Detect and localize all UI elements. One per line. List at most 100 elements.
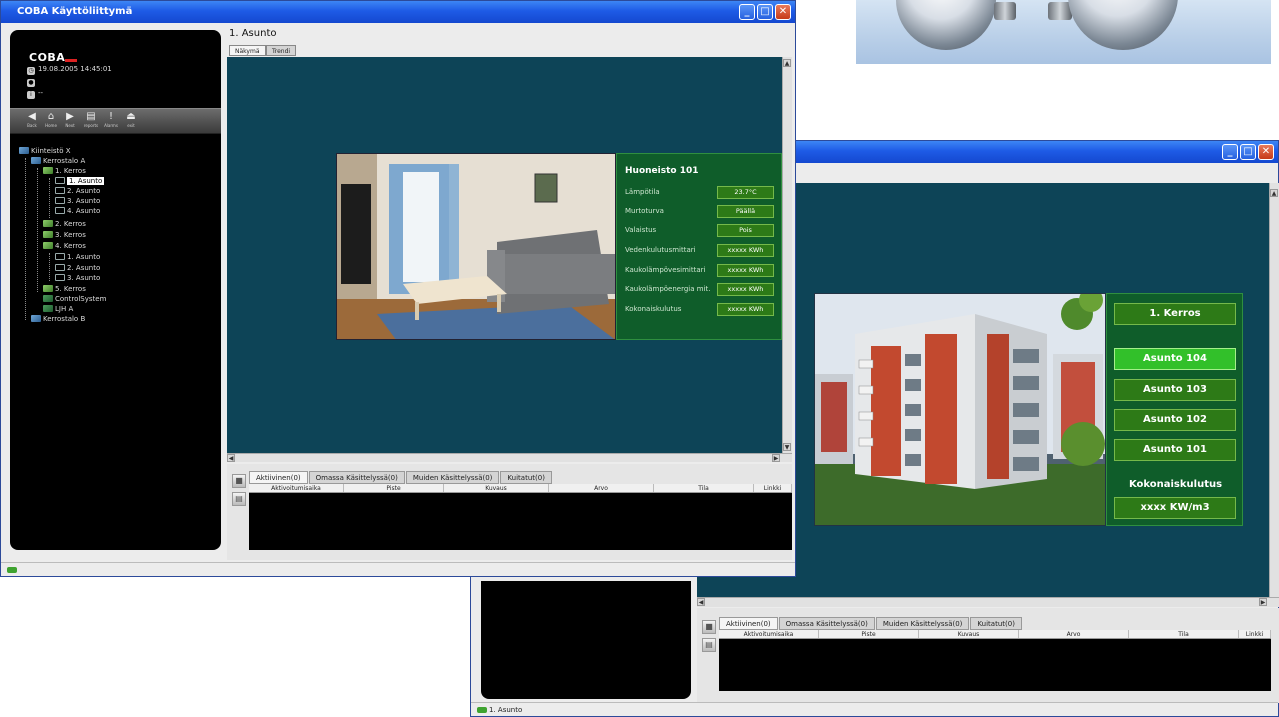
tree-node-floor-4[interactable]: 4. Kerros [43,242,86,251]
scroll-right-icon[interactable]: ▶ [1259,598,1267,606]
apartment-button-101[interactable]: Asunto 101 [1114,439,1236,461]
col-activation-time[interactable]: Aktivoitumisaika [719,630,819,638]
reports-button[interactable]: ▤ reports [83,111,99,133]
tree-node-apartment-3[interactable]: 3. Asunto [55,197,100,206]
tab-own-handling[interactable]: Omassa Käsittelyssä(0) [308,471,405,484]
tree-node-controlsystem[interactable]: ControlSystem [43,295,106,304]
gauge-left [896,0,996,50]
connection-icon [7,567,17,573]
room-title: Huoneisto 101 [625,166,699,176]
alarms-icon: ! [108,111,113,122]
burglar-alarm-label: Murtoturva [625,207,664,215]
col-value[interactable]: Arvo [1019,630,1129,638]
tree-node-floor-2[interactable]: 2. Kerros [43,220,86,229]
col-link[interactable]: Linkki [1239,630,1271,638]
tab-trend[interactable]: Trendi [266,45,297,56]
scroll-up-icon[interactable]: ▲ [783,59,791,67]
tab-others-handling[interactable]: Muiden Käsittelyssä(0) [405,471,500,484]
vertical-scrollbar[interactable]: ▲ [1269,183,1279,601]
minimize-button[interactable]: _ [1222,144,1238,160]
tree-node-f4-apartment-2[interactable]: 2. Asunto [55,264,100,273]
building-render-icon [815,294,1105,525]
next-button[interactable]: ▶ Next [62,111,78,133]
temperature-value: 23.7°C [717,186,774,199]
tree-node-apartment-1[interactable]: 1. Asunto [55,177,105,186]
minimize-button[interactable]: _ [739,4,755,20]
burglar-alarm-value[interactable]: Päällä [717,205,774,218]
col-state[interactable]: Tila [654,484,754,492]
col-point[interactable]: Piste [344,484,444,492]
tree-node-f4-apartment-3[interactable]: 3. Asunto [55,274,100,283]
close-button[interactable]: ✕ [775,4,791,20]
meter-photo [856,0,1271,64]
scroll-left-icon[interactable]: ◀ [227,454,235,462]
apartment-button-104[interactable]: Asunto 104 [1114,348,1236,370]
tree-node-ljh-a[interactable]: LJH A [43,305,73,314]
back-icon: ◀ [28,111,36,122]
alarms-button[interactable]: ! Alarms [103,111,119,133]
scroll-up-icon[interactable]: ▲ [1270,189,1278,197]
alarm-table-header: Aktivoitumisaika Piste Kuvaus Arvo Tila … [249,484,792,493]
print-icon[interactable]: ▤ [702,638,716,652]
tab-view[interactable]: Näkymä [229,45,266,56]
total-consumption-value: xxxx KW/m3 [1114,497,1236,519]
lighting-value[interactable]: Pois [717,224,774,237]
tab-acknowledged[interactable]: Kuitatut(0) [500,471,552,484]
col-point[interactable]: Piste [819,630,919,638]
tree-node-floor-5[interactable]: 5. Kerros [43,285,86,294]
floor-icon [43,285,53,292]
tree-line [49,178,50,218]
col-description[interactable]: Kuvaus [444,484,549,492]
total-consumption-label: Kokonaiskulutus [1128,479,1223,490]
tree-node-apartment-2[interactable]: 2. Asunto [55,187,100,196]
tab-active-alarms[interactable]: Aktiivinen(0) [249,471,308,484]
alarm-list [719,639,1271,691]
col-state[interactable]: Tila [1129,630,1239,638]
tab-own-handling[interactable]: Omassa Käsittelyssä(0) [778,617,875,630]
tab-active-alarms[interactable]: Aktiivinen(0) [719,617,778,630]
floor-button[interactable]: 1. Kerros [1114,303,1236,325]
scroll-down-icon[interactable]: ▼ [783,443,791,451]
alarm-list [249,493,792,550]
user-row: ● [27,76,38,87]
tree-node-floor-3[interactable]: 3. Kerros [43,231,86,240]
window-title: COBA Käyttöliittymä [17,6,133,17]
water-meter-value: xxxxx KWh [717,244,774,257]
horizontal-scrollbar[interactable]: ◀ ▶ [697,597,1279,607]
temperature-label: Lämpötila [625,188,660,196]
acknowledge-icon[interactable]: ■ [702,620,716,634]
home-button[interactable]: ⌂ Home [43,111,59,133]
tree-line [25,158,26,320]
datetime-text: 19.08.2005 14:45:01 [38,65,112,73]
tree-node-building-b[interactable]: Kerrostalo B [31,315,85,324]
horizontal-scrollbar[interactable]: ◀ ▶ [227,453,792,462]
tree-node-building-a[interactable]: Kerrostalo A [31,157,85,166]
close-button[interactable]: ✕ [1258,144,1274,160]
col-activation-time[interactable]: Aktivoitumisaika [249,484,344,492]
back-button[interactable]: ◀ Back [24,111,40,133]
print-icon[interactable]: ▤ [232,492,246,506]
apartment-button-102[interactable]: Asunto 102 [1114,409,1236,431]
building-icon [31,157,41,164]
tab-others-handling[interactable]: Muiden Käsittelyssä(0) [875,617,970,630]
apartment-button-103[interactable]: Asunto 103 [1114,379,1236,401]
tab-acknowledged[interactable]: Kuitatut(0) [970,617,1022,630]
col-description[interactable]: Kuvaus [919,630,1019,638]
tree-node-f4-apartment-1[interactable]: 1. Asunto [55,253,100,262]
apartment-icon [55,177,65,184]
tree-node-property[interactable]: Kiinteistö X [19,147,71,156]
maximize-button[interactable]: □ [757,4,773,20]
exit-button[interactable]: ⏏ exit [123,111,139,133]
col-link[interactable]: Linkki [754,484,792,492]
scroll-right-icon[interactable]: ▶ [772,454,780,462]
acknowledge-icon[interactable]: ■ [232,474,246,488]
scroll-left-icon[interactable]: ◀ [697,598,705,606]
system-icon [43,305,53,312]
vertical-scrollbar[interactable]: ▲ ▼ [782,57,792,453]
tree-node-apartment-4[interactable]: 4. Asunto [55,207,100,216]
tree-node-floor-1[interactable]: 1. Kerros [43,167,86,176]
next-icon: ▶ [66,111,74,122]
lighting-label: Valaistus [625,226,657,234]
col-value[interactable]: Arvo [549,484,654,492]
maximize-button[interactable]: □ [1240,144,1256,160]
